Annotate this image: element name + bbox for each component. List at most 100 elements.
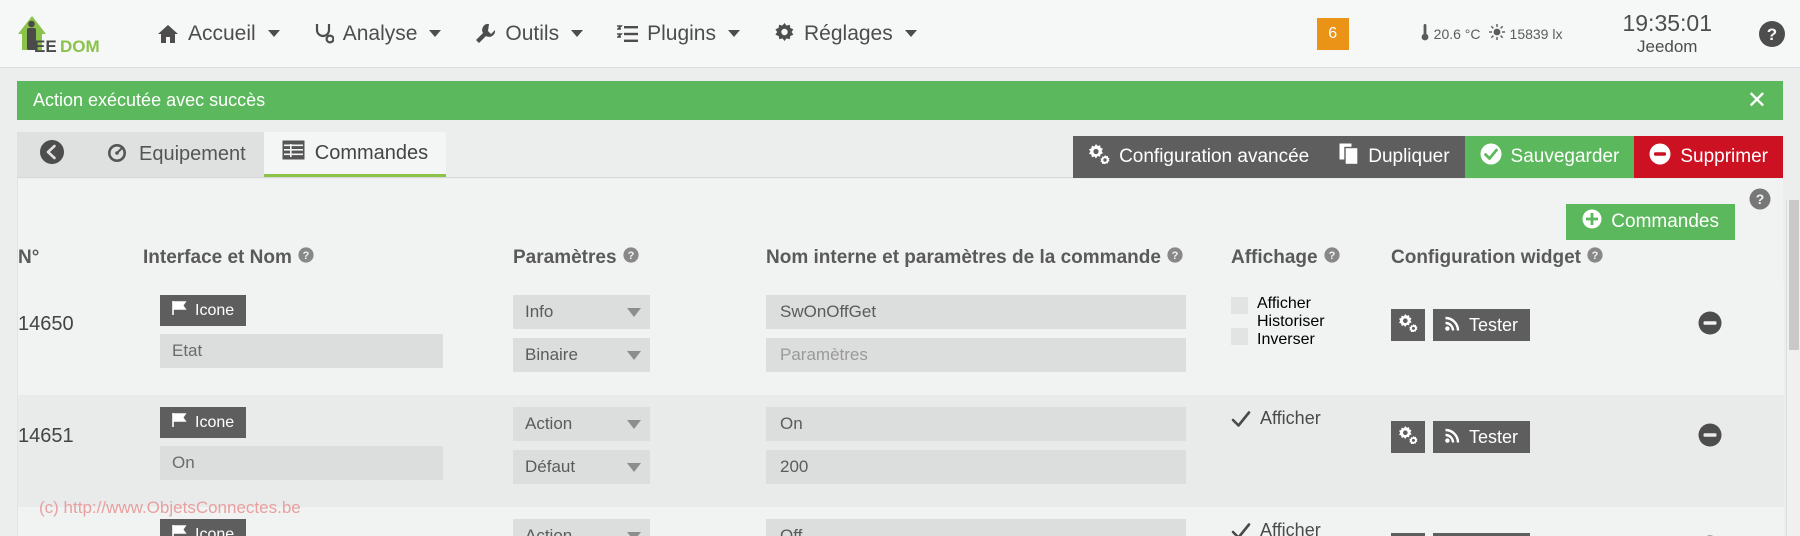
command-params-input[interactable]: 200 [766, 450, 1186, 484]
command-display-cell: Afficher [1231, 395, 1391, 507]
chevron-down-icon [627, 308, 641, 317]
nav-item-outils[interactable]: Outils [458, 1, 600, 67]
command-id: 14651 [18, 425, 74, 447]
afficher-toggle[interactable]: Afficher [1231, 519, 1391, 536]
widget-config-button[interactable] [1391, 309, 1425, 341]
svg-text:EE: EE [34, 37, 57, 56]
table-head: N° Interface et Nom ? Paramètres ? Nom i… [18, 247, 1784, 283]
configuration-avancee-button[interactable]: Configuration avancée [1073, 136, 1325, 178]
display-labels: Afficher Historiser Inverser [1257, 295, 1325, 349]
internal-name-input[interactable]: On [766, 407, 1186, 441]
select-value: Action [525, 414, 573, 433]
button-label: Configuration avancée [1119, 146, 1310, 167]
flag-icon [172, 413, 188, 432]
header-nom-interne: Nom interne et paramètres de la commande… [766, 247, 1231, 283]
button-label: Tester [1469, 314, 1519, 335]
command-subtype-select[interactable]: Binaire [513, 338, 650, 372]
internal-name-input[interactable]: SwOnOffGet [766, 295, 1186, 329]
command-type-select[interactable]: Action [513, 519, 650, 536]
jeedom-logo[interactable]: EE DOM [12, 12, 122, 56]
header-configuration-widget: Configuration widget ? [1391, 247, 1784, 283]
question-circle-icon[interactable]: ? [1323, 247, 1340, 269]
nav-label: Accueil [188, 21, 256, 45]
back-button[interactable] [17, 132, 87, 177]
header-label: Paramètres [513, 247, 617, 268]
table-row: 14650 Icone Etat Info Binaire SwOnOffGet… [18, 283, 1784, 395]
command-subtype-select[interactable]: Défaut [513, 450, 650, 484]
question-circle-icon[interactable]: ? [622, 247, 639, 269]
svg-text:?: ? [303, 250, 310, 262]
svg-text:?: ? [1592, 250, 1599, 262]
nav-item-analyse[interactable]: Analyse [297, 1, 459, 67]
svg-text:?: ? [1172, 250, 1179, 262]
nav-item-plugins[interactable]: Plugins [600, 1, 757, 67]
widget-button-group: Tester [1391, 295, 1784, 341]
add-commandes-button[interactable]: Commandes [1566, 204, 1735, 240]
wrench-icon [475, 23, 496, 44]
afficher-checkbox[interactable] [1231, 297, 1248, 314]
button-label: Tester [1469, 426, 1519, 447]
remove-command-button[interactable] [1698, 311, 1722, 340]
commands-panel: ? Commandes N° Interface et Nom ? Paramè… [17, 179, 1784, 536]
widget-config-button[interactable] [1391, 421, 1425, 453]
command-type-select[interactable]: Info [513, 295, 650, 329]
command-widget-cell: Tester [1391, 283, 1784, 395]
flag-icon [172, 525, 188, 536]
nav-label: Réglages [804, 21, 893, 45]
question-circle-icon[interactable]: ? [1587, 247, 1603, 269]
header-interface-nom: Interface et Nom ? [143, 247, 513, 283]
list-icon [617, 24, 639, 43]
notification-badge[interactable]: 6 [1316, 17, 1349, 50]
check-circle-icon [1480, 143, 1502, 171]
nav-item-accueil[interactable]: Accueil [140, 1, 297, 67]
icone-button[interactable]: Icone [160, 519, 247, 536]
stethoscope-icon [314, 23, 334, 44]
top-right-status: 6 20.6 °C 15839 lx 19:35:01 Jeedom ? [1316, 10, 1800, 58]
command-id: 14652 [18, 507, 143, 536]
header-affichage: Affichage ? [1231, 247, 1391, 283]
question-circle-icon[interactable]: ? [298, 247, 314, 269]
top-navigation-bar: EE DOM Accueil Analyse Outils Plugins Ré… [0, 0, 1800, 68]
svg-text:?: ? [1756, 191, 1765, 207]
afficher-toggle[interactable]: Afficher [1231, 407, 1391, 430]
command-id: 14650 [18, 313, 74, 335]
scrollbar-thumb[interactable] [1789, 200, 1799, 350]
internal-name-input[interactable]: Off [766, 519, 1186, 536]
svg-text:DOM: DOM [60, 37, 100, 56]
nav-label: Analyse [342, 21, 418, 45]
command-params-cell: Action Défaut [513, 507, 766, 536]
command-name-input[interactable]: On [160, 446, 443, 480]
supprimer-button[interactable]: Supprimer [1634, 136, 1783, 178]
rss-icon [1445, 315, 1461, 336]
chevron-down-icon [571, 30, 584, 37]
command-type-select[interactable]: Action [513, 407, 650, 441]
inverser-checkbox[interactable] [1231, 328, 1248, 345]
close-icon[interactable]: ✕ [1747, 88, 1767, 112]
icone-button[interactable]: Icone [160, 295, 247, 326]
tester-button[interactable]: Tester [1433, 421, 1531, 453]
remove-command-button[interactable] [1698, 423, 1722, 452]
dupliquer-button[interactable]: Dupliquer [1324, 136, 1465, 178]
widget-button-group: Tester [1391, 407, 1784, 453]
command-params-input[interactable]: Paramètres [766, 338, 1186, 372]
button-label: Icone [195, 413, 235, 431]
vertical-scrollbar[interactable] [1786, 200, 1800, 536]
tab-commandes[interactable]: Commandes [263, 132, 447, 177]
chevron-down-icon [627, 463, 641, 472]
header-label: N° [18, 247, 40, 268]
command-name-input[interactable]: Etat [160, 334, 443, 368]
nav-item-reglages[interactable]: Réglages [757, 1, 934, 67]
clock-and-user: 19:35:01 Jeedom [1622, 10, 1712, 58]
panel-help-icon[interactable]: ? [1749, 188, 1771, 215]
icone-button[interactable]: Icone [160, 407, 247, 438]
tester-button[interactable]: Tester [1433, 309, 1531, 341]
table-header-row: N° Interface et Nom ? Paramètres ? Nom i… [18, 247, 1784, 283]
sauvegarder-button[interactable]: Sauvegarder [1464, 136, 1635, 178]
help-icon[interactable]: ? [1758, 20, 1786, 48]
tab-equipement[interactable]: Equipement [87, 132, 264, 177]
table-row: 14651 Icone On Action Défaut On 200 Affi… [18, 395, 1784, 507]
dashboard-icon [105, 142, 129, 168]
command-internal-cell: On 200 [766, 395, 1231, 507]
question-circle-icon[interactable]: ? [1167, 247, 1183, 269]
select-value: Info [525, 302, 554, 321]
